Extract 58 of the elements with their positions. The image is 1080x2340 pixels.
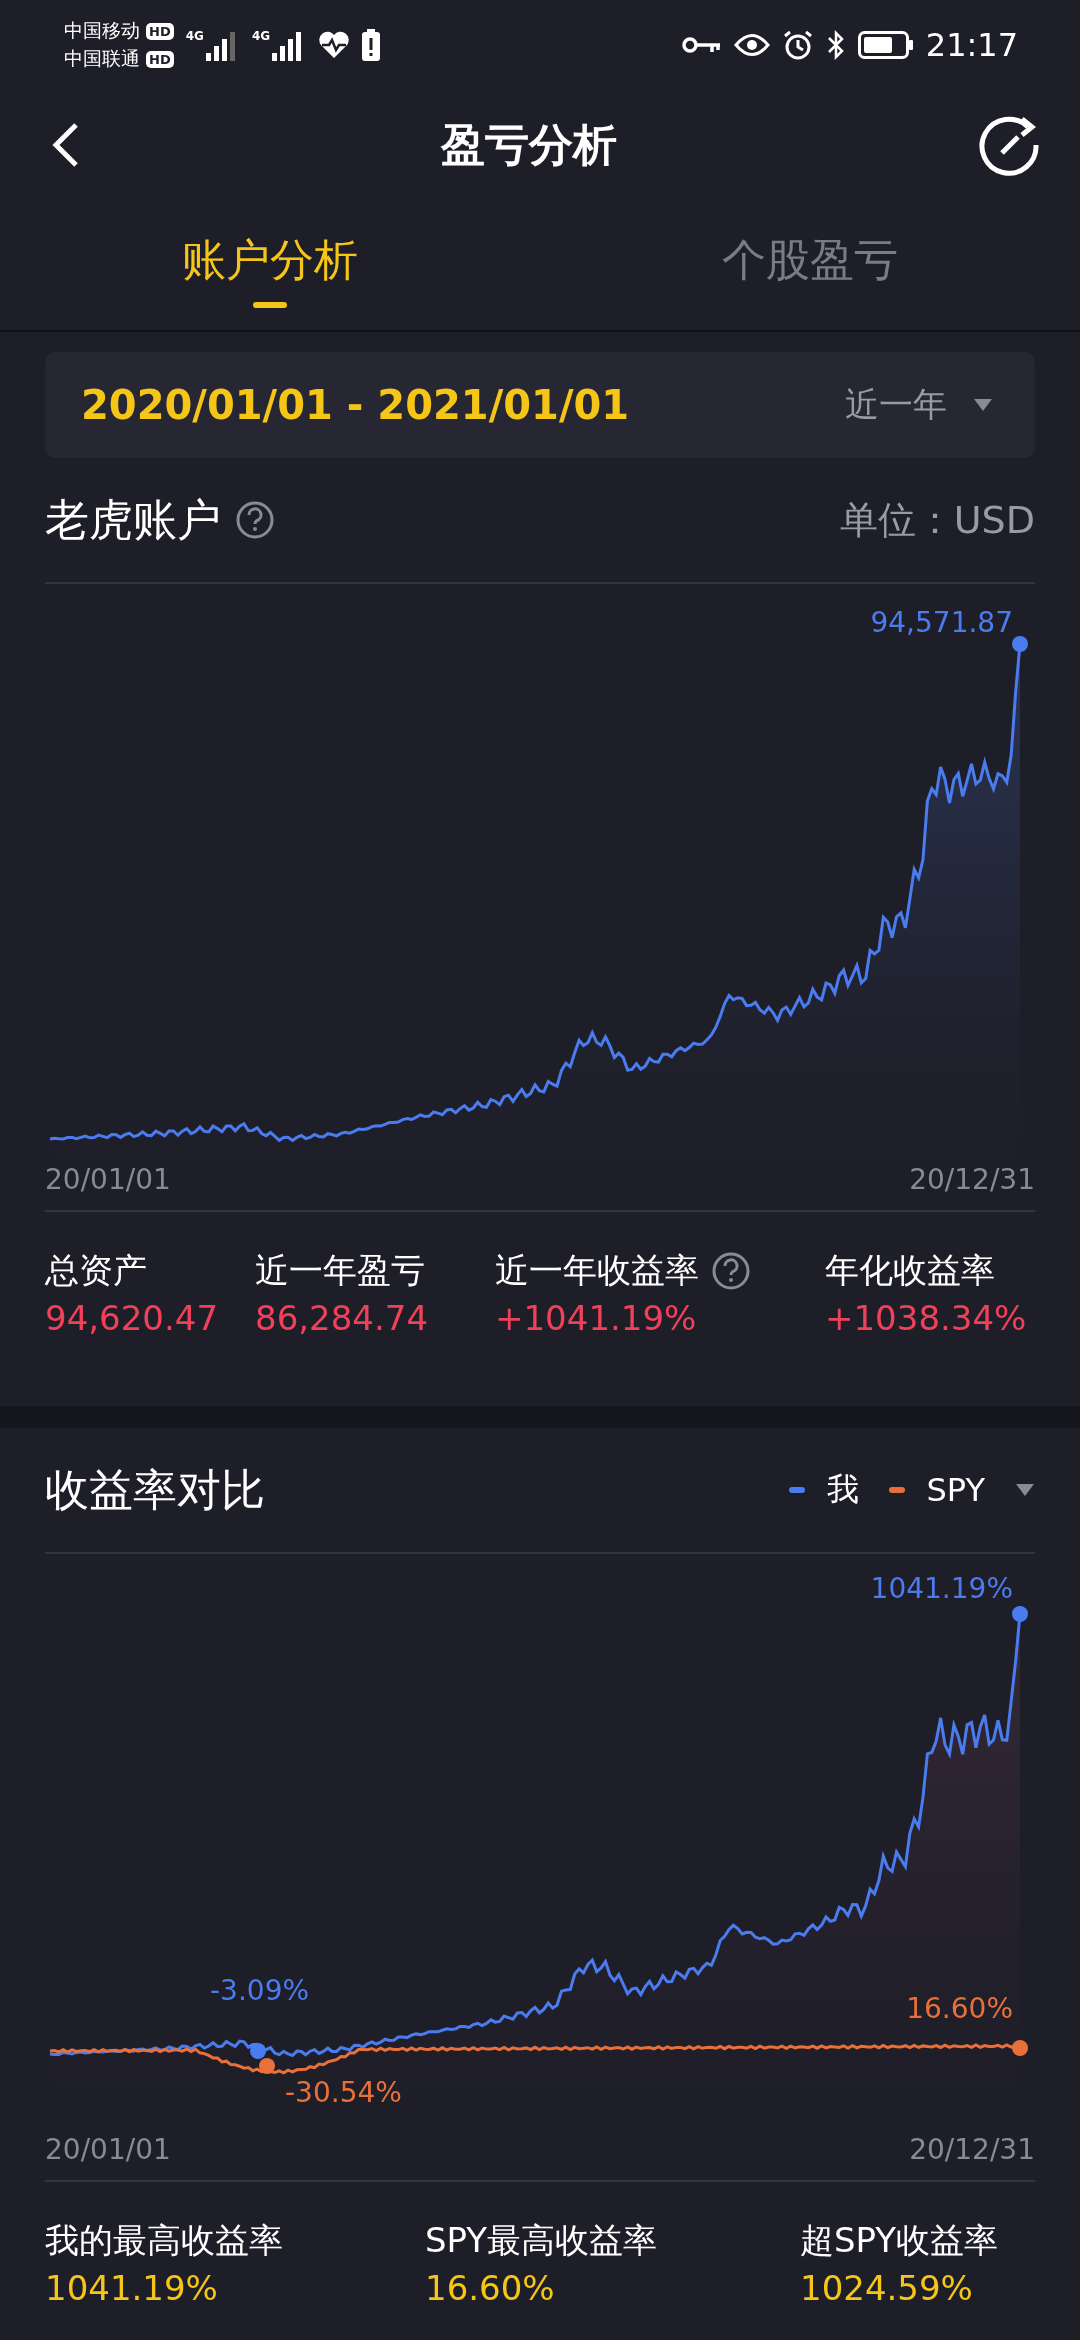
chart-value-label: -3.09% (210, 1974, 310, 2007)
network-type: 4G (185, 29, 204, 43)
axis-label: 20/12/31 (909, 2133, 1035, 2166)
stat-value: 1024.59% (800, 2268, 974, 2308)
carrier-name: 中国移动 (64, 18, 140, 43)
axis-label: 20/01/01 (45, 2133, 171, 2166)
unit-label: 单位：USD (839, 496, 1035, 544)
stat-value: 86,284.74 (255, 1298, 430, 1338)
chart-value-label: 1041.19% (870, 1572, 1013, 1605)
heart-rate-icon (318, 31, 351, 59)
stat-value: 94,620.47 (45, 1298, 220, 1338)
section-title: 老虎账户 (45, 492, 221, 547)
chart-value-label: 94,571.87 (870, 606, 1013, 639)
tab[interactable]: 个股盈亏 (540, 200, 1080, 330)
hd-badge: HD (146, 50, 174, 68)
date-range: 2020/01/01 - 2021/01/01 (81, 382, 630, 428)
data-point (250, 2043, 266, 2059)
help-icon[interactable] (235, 500, 275, 540)
battery-icon (857, 31, 914, 59)
axis-label: 20/12/31 (909, 1163, 1035, 1196)
stat-value: 1041.19% (45, 2268, 219, 2308)
legend-label: SPY (926, 1471, 985, 1509)
carrier-name: 中国联通 (64, 46, 140, 71)
stat-label: 近一年盈亏 (255, 1249, 425, 1292)
hd-badge: HD (146, 22, 174, 40)
data-point (1012, 636, 1028, 652)
stat-label: 我的最高收益率 (45, 2219, 284, 2262)
battery-alert-icon (362, 29, 381, 61)
back-icon[interactable] (50, 122, 80, 168)
stat-value: 16.60% (425, 2268, 556, 2308)
section-title: 收益率对比 (45, 1462, 265, 1517)
chart-value-label: -30.54% (285, 2076, 402, 2109)
alarm-icon (781, 29, 814, 61)
stat-label: 超SPY收益率 (800, 2219, 1000, 2262)
eye-icon (733, 32, 770, 58)
date-range-bar[interactable]: 2020/01/01 - 2021/01/01 近一年 (45, 352, 1035, 458)
stat-value: +1041.19% (495, 1298, 698, 1338)
help-icon[interactable] (711, 1251, 751, 1291)
key-icon (681, 35, 722, 55)
data-point (1012, 2040, 1028, 2056)
legend-label: 我 (826, 1469, 859, 1510)
stat-value: +1038.34% (825, 1298, 1028, 1338)
period-dropdown[interactable]: 近一年 (839, 381, 999, 429)
stat-label: SPY最高收益率 (425, 2219, 659, 2262)
caret-icon (973, 398, 993, 412)
chart-value-label: 16.60% (906, 1992, 1013, 2025)
status-time: 21:17 (925, 26, 1018, 64)
bluetooth-icon (825, 29, 846, 61)
stat-label: 总资产 (45, 1249, 147, 1292)
stat-label: 近一年收益率 (495, 1249, 699, 1292)
network-type: 4G (251, 29, 271, 43)
data-point (1012, 1606, 1028, 1622)
page-title: 盈亏分析 (441, 117, 617, 172)
caret-icon (1015, 1483, 1035, 1497)
stat-label: 年化收益率 (825, 1249, 995, 1292)
axis-label: 20/01/01 (45, 1163, 171, 1196)
data-point (259, 2058, 275, 2074)
tab[interactable]: 账户分析 (0, 200, 540, 330)
